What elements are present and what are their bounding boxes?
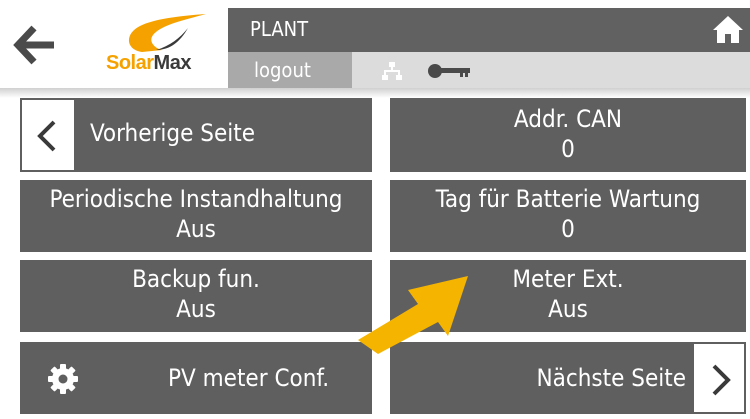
plant-label: PLANT [250, 17, 309, 41]
backup-fun-value: Aus [176, 295, 216, 323]
addr-can-value: 0 [561, 135, 575, 163]
next-page-label: Nächste Seite [536, 364, 686, 392]
gear-icon [48, 364, 78, 394]
backup-fun-label: Backup fun. [132, 265, 260, 293]
prev-page-label: Vorherige Seite [90, 119, 256, 147]
plant-bar: PLANT [228, 8, 750, 52]
addr-can-label: Addr. CAN [513, 105, 623, 133]
pv-meter-conf-label: PV meter Conf. [168, 364, 330, 392]
periodic-maintenance-value: Aus [176, 215, 216, 243]
addr-can-tile[interactable]: Addr. CAN 0 [390, 98, 746, 172]
battery-maintenance-day-label: Tag für Batterie Wartung [435, 185, 701, 213]
logo-solar-text: Solar [106, 52, 154, 74]
backup-fun-tile[interactable]: Backup fun. Aus [20, 260, 372, 332]
back-arrow-icon [13, 25, 54, 65]
logout-button[interactable]: logout [228, 52, 352, 88]
prev-page-button[interactable]: Vorherige Seite [20, 98, 372, 172]
status-bar [352, 52, 750, 88]
pv-meter-conf-button[interactable]: PV meter Conf. [20, 342, 372, 414]
solarmax-logo: SolarMax [96, 10, 220, 82]
logo-swoosh-icon [128, 14, 206, 52]
chevron-right-icon [712, 364, 731, 396]
key-icon [428, 64, 470, 78]
header: SolarMax PLANT logout [0, 0, 750, 88]
header-shadow [0, 88, 750, 98]
chevron-left-box [20, 98, 76, 172]
logo-max-text: Max [153, 52, 192, 74]
battery-maintenance-day-tile[interactable]: Tag für Batterie Wartung 0 [390, 180, 746, 252]
battery-maintenance-day-value: 0 [561, 215, 575, 243]
logo-text: SolarMax [106, 52, 191, 75]
back-button[interactable] [10, 22, 62, 68]
chevron-right-box [692, 342, 746, 414]
highlight-arrow-icon [358, 276, 468, 354]
periodic-maintenance-label: Periodische Instandhaltung [49, 185, 343, 213]
home-icon [713, 16, 743, 43]
home-button[interactable] [712, 14, 744, 44]
chevron-left-icon [37, 120, 56, 152]
periodic-maintenance-tile[interactable]: Periodische Instandhaltung Aus [20, 180, 372, 252]
network-icon [382, 62, 402, 80]
